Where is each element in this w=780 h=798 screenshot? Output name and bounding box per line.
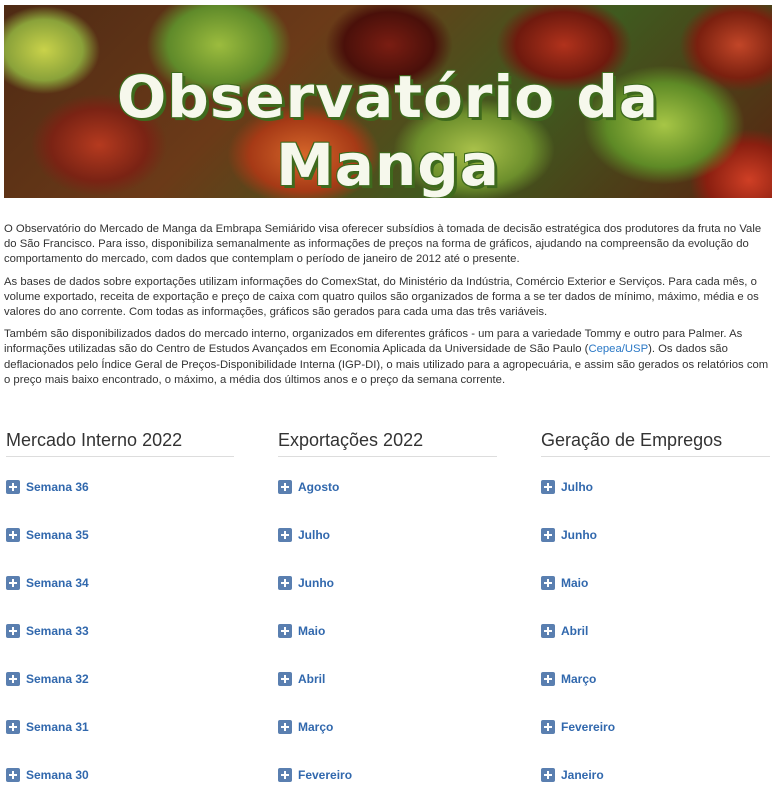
cepea-usp-link[interactable]: Cepea/USP — [588, 343, 648, 355]
exportacoes-item[interactable]: Julho — [278, 525, 330, 545]
plus-icon — [278, 528, 292, 542]
plus-icon — [6, 672, 20, 686]
empregos-link[interactable]: Abril — [561, 624, 588, 638]
empregos-link[interactable]: Março — [561, 672, 596, 686]
empregos-item[interactable]: Abril — [541, 621, 588, 641]
empregos-item[interactable]: Julho — [541, 477, 593, 497]
exportacoes-column: Exportações 2022 Agosto Julho Junho Maio… — [278, 430, 497, 782]
empregos-column: Geração de Empregos Julho Junho Maio Abr… — [541, 430, 770, 782]
empregos-link[interactable]: Julho — [561, 480, 593, 494]
mercado-interno-item[interactable]: Semana 30 — [6, 765, 89, 785]
plus-icon — [6, 624, 20, 638]
plus-icon — [6, 528, 20, 542]
mercado-interno-item[interactable]: Semana 33 — [6, 621, 89, 641]
empregos-link[interactable]: Fevereiro — [561, 720, 615, 734]
exportacoes-link[interactable]: Junho — [298, 576, 334, 590]
empregos-link[interactable]: Janeiro — [561, 768, 604, 782]
mercado-interno-item[interactable]: Semana 36 — [6, 477, 89, 497]
plus-icon — [541, 480, 555, 494]
plus-icon — [278, 576, 292, 590]
plus-icon — [278, 672, 292, 686]
plus-icon — [541, 672, 555, 686]
plus-icon — [278, 720, 292, 734]
exportacoes-link[interactable]: Julho — [298, 528, 330, 542]
mercado-interno-link[interactable]: Semana 36 — [26, 480, 89, 494]
mercado-interno-item[interactable]: Semana 32 — [6, 669, 89, 689]
empregos-heading: Geração de Empregos — [541, 430, 770, 457]
intro-paragraph-3: Também são disponibilizados dados do mer… — [4, 327, 772, 388]
plus-icon — [6, 480, 20, 494]
banner-title: Observatório da Manga — [117, 63, 659, 198]
exportacoes-link[interactable]: Maio — [298, 624, 325, 638]
plus-icon — [278, 768, 292, 782]
exportacoes-link[interactable]: Fevereiro — [298, 768, 352, 782]
plus-icon — [541, 528, 555, 542]
empregos-item[interactable]: Maio — [541, 573, 588, 593]
banner-image: Observatório da Manga — [4, 5, 772, 198]
mercado-interno-item[interactable]: Semana 31 — [6, 717, 89, 737]
mercado-interno-link[interactable]: Semana 31 — [26, 720, 89, 734]
plus-icon — [6, 720, 20, 734]
plus-icon — [541, 624, 555, 638]
mercado-interno-link[interactable]: Semana 32 — [26, 672, 89, 686]
mercado-interno-link[interactable]: Semana 34 — [26, 576, 89, 590]
plus-icon — [6, 768, 20, 782]
exportacoes-heading: Exportações 2022 — [278, 430, 497, 457]
intro-text: O Observatório do Mercado de Manga da Em… — [4, 222, 772, 395]
empregos-item[interactable]: Março — [541, 669, 596, 689]
mercado-interno-item[interactable]: Semana 34 — [6, 573, 89, 593]
plus-icon — [6, 576, 20, 590]
plus-icon — [541, 768, 555, 782]
mercado-interno-heading: Mercado Interno 2022 — [6, 430, 234, 457]
empregos-item[interactable]: Janeiro — [541, 765, 604, 785]
plus-icon — [278, 480, 292, 494]
exportacoes-item[interactable]: Março — [278, 717, 333, 737]
intro-paragraph-1: O Observatório do Mercado de Manga da Em… — [4, 223, 762, 266]
mercado-interno-column: Mercado Interno 2022 Semana 36 Semana 35… — [6, 430, 234, 782]
exportacoes-item[interactable]: Maio — [278, 621, 325, 641]
exportacoes-link[interactable]: Março — [298, 720, 333, 734]
empregos-link[interactable]: Junho — [561, 528, 597, 542]
exportacoes-item[interactable]: Fevereiro — [278, 765, 352, 785]
intro-paragraph-2: As bases de dados sobre exportações util… — [4, 275, 759, 319]
exportacoes-item[interactable]: Abril — [278, 669, 325, 689]
empregos-item[interactable]: Junho — [541, 525, 597, 545]
mercado-interno-link[interactable]: Semana 33 — [26, 624, 89, 638]
plus-icon — [541, 576, 555, 590]
empregos-item[interactable]: Fevereiro — [541, 717, 615, 737]
mercado-interno-item[interactable]: Semana 35 — [6, 525, 89, 545]
plus-icon — [541, 720, 555, 734]
mercado-interno-link[interactable]: Semana 30 — [26, 768, 89, 782]
exportacoes-link[interactable]: Agosto — [298, 480, 339, 494]
mercado-interno-link[interactable]: Semana 35 — [26, 528, 89, 542]
exportacoes-item[interactable]: Agosto — [278, 477, 339, 497]
empregos-link[interactable]: Maio — [561, 576, 588, 590]
exportacoes-link[interactable]: Abril — [298, 672, 325, 686]
plus-icon — [278, 624, 292, 638]
exportacoes-item[interactable]: Junho — [278, 573, 334, 593]
